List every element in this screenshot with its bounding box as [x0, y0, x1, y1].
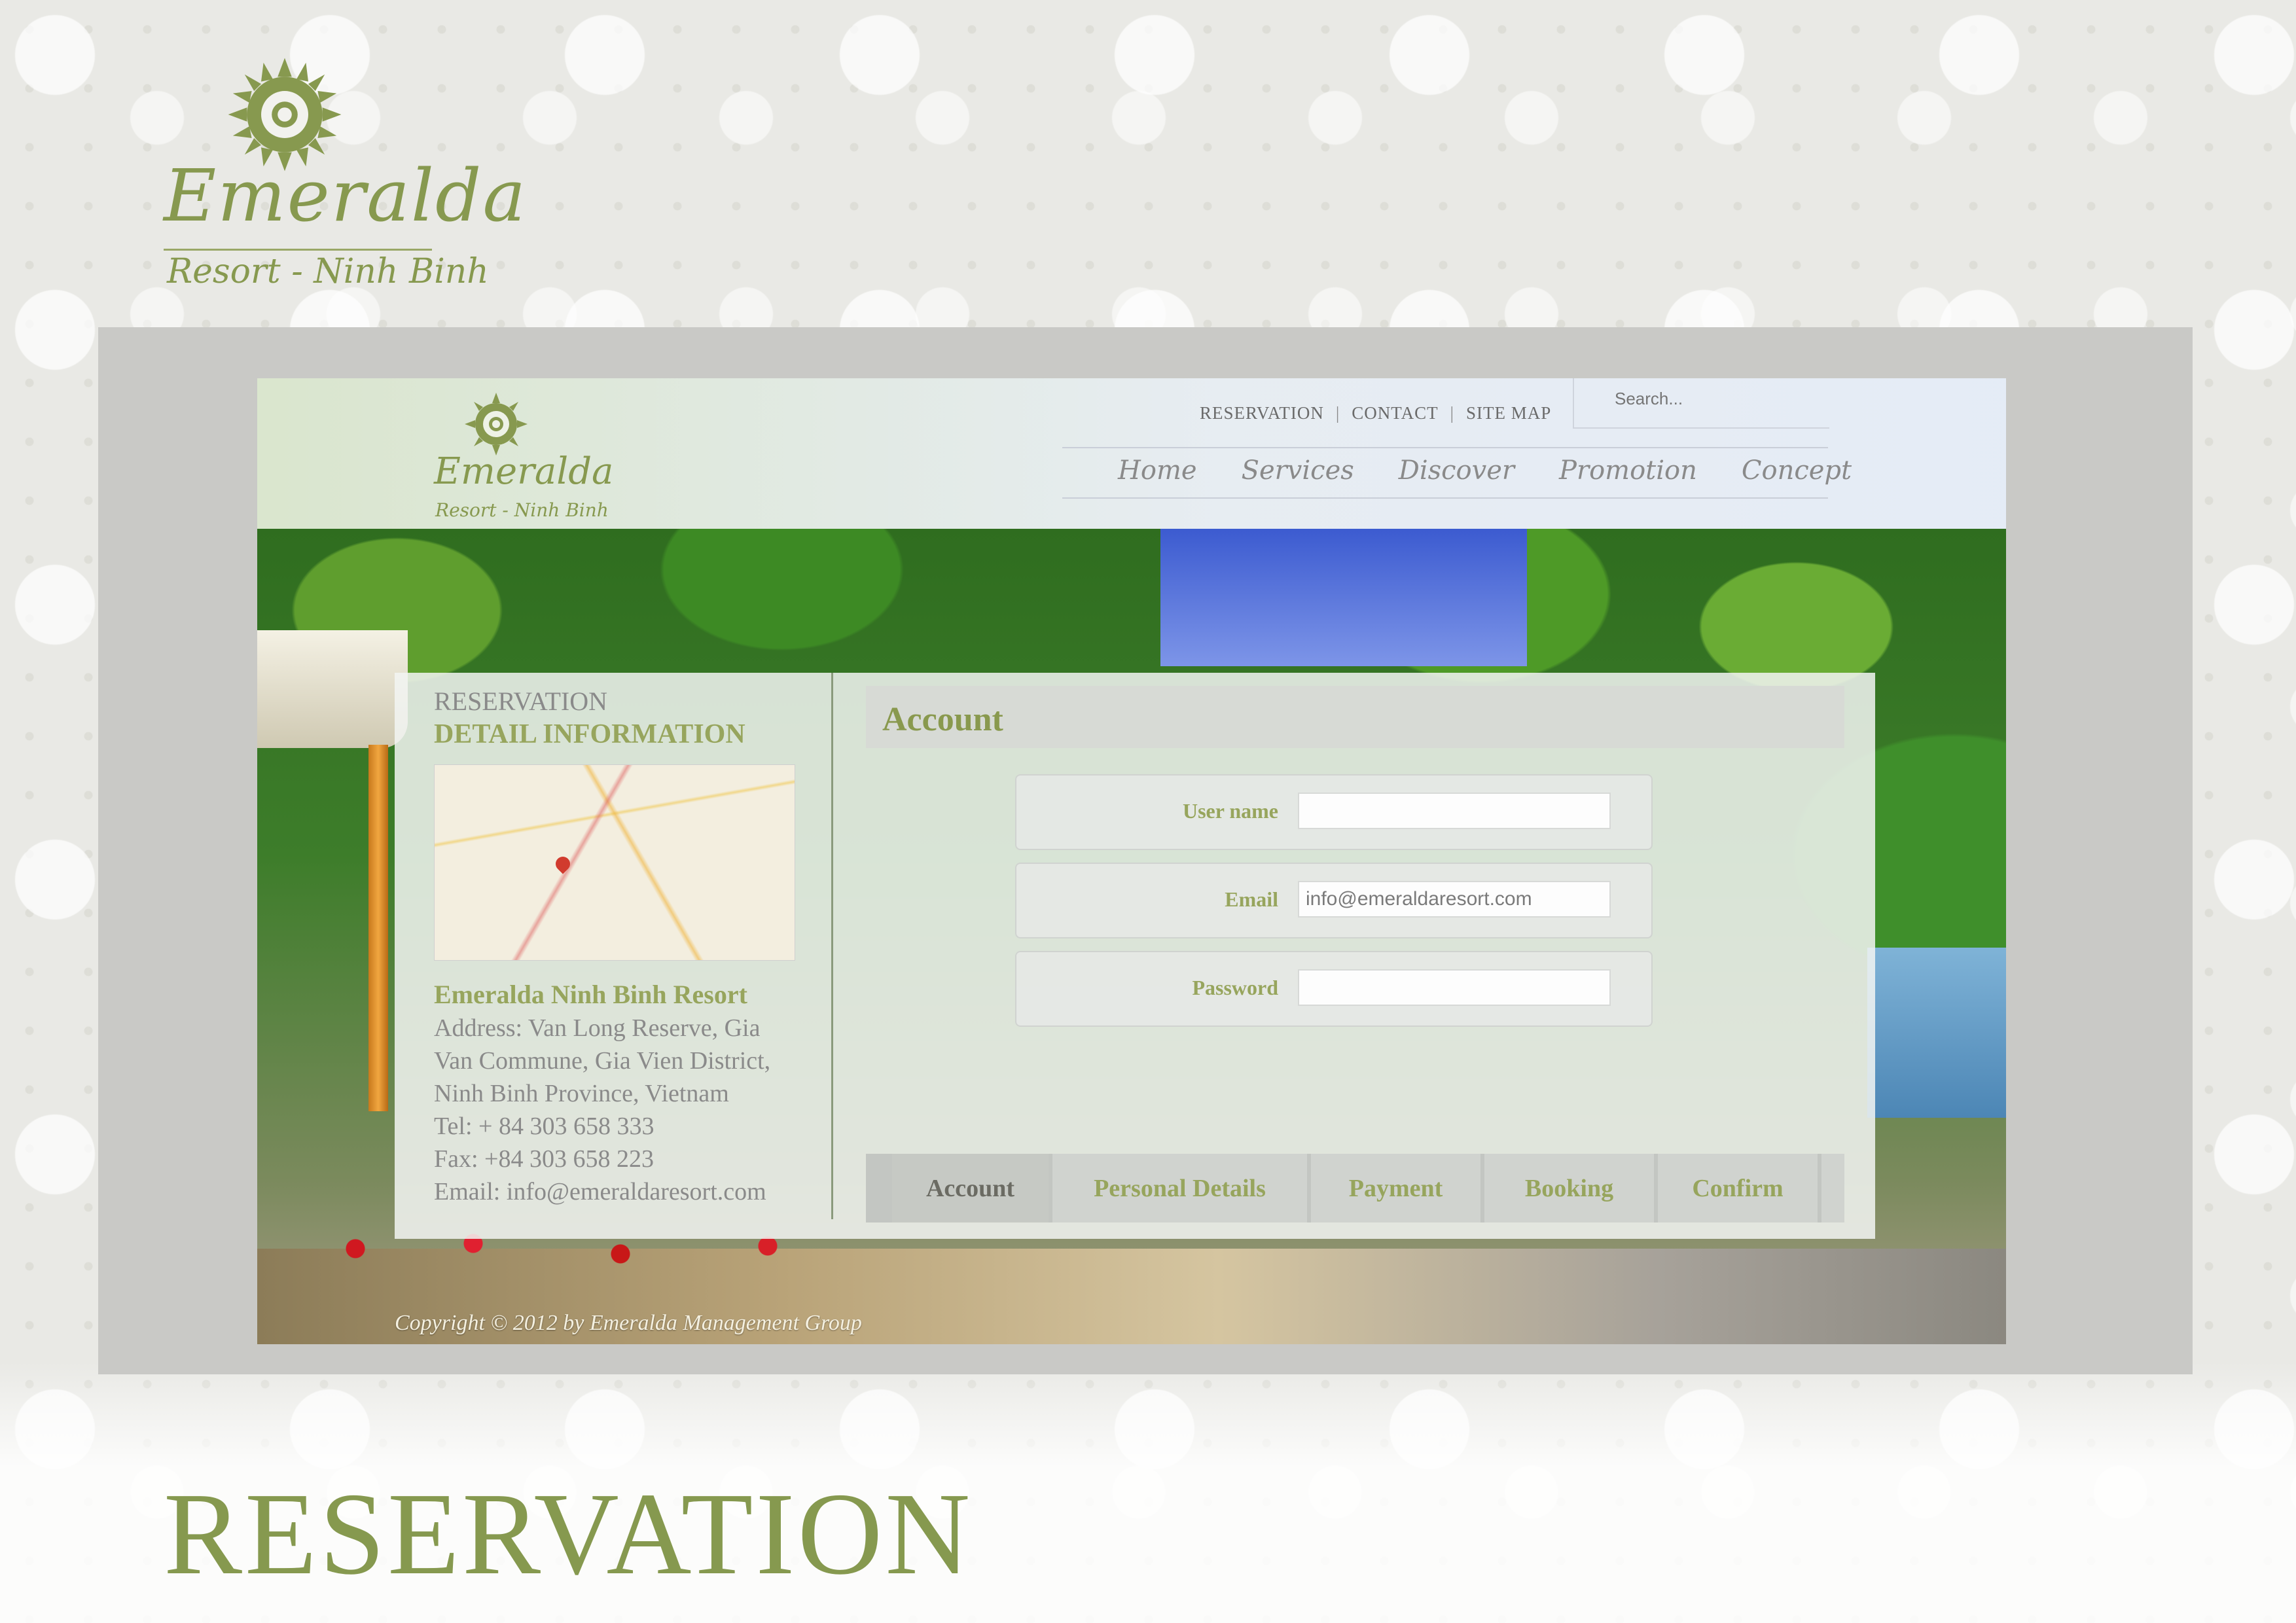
address-line: Address: Van Long Reserve, Gia [434, 1014, 761, 1042]
email-input[interactable] [1298, 881, 1611, 918]
page-logo-subtitle: Resort - Ninh Binh [167, 252, 489, 291]
step-tab-payment[interactable]: Payment [1311, 1154, 1484, 1222]
top-link-site-map[interactable]: SITE MAP [1466, 403, 1551, 423]
account-form-area: Account User name Email Password Account… [853, 673, 1875, 1239]
location-map[interactable] [434, 764, 795, 961]
site-logo-brand: Emeralda [434, 450, 614, 493]
nav-item-concept[interactable]: Concept [1742, 455, 1852, 495]
page-title: RESERVATION [164, 1469, 973, 1599]
step-tab-account[interactable]: Account [866, 1154, 1052, 1222]
site-logo-subtitle: Resort - Ninh Binh [435, 499, 609, 521]
reservation-panel: RESERVATION DETAIL INFORMATION Emeralda … [395, 673, 1875, 1239]
address-line: Ninh Binh Province, Vietnam [434, 1080, 729, 1107]
resort-address: Address: Van Long Reserve, Gia Van Commu… [434, 1012, 814, 1208]
site-header: Emeralda Resort - Ninh Binh RESERVATION |… [257, 378, 2006, 529]
main-nav: Home Services Discover Promotion Concept [1118, 455, 1852, 495]
hero-umbrella-pole [368, 745, 388, 1111]
email-label: Email [1225, 887, 1278, 911]
nav-item-services[interactable]: Services [1242, 455, 1354, 495]
step-tab-booking[interactable]: Booking [1484, 1154, 1658, 1222]
tel-line: Tel: + 84 303 658 333 [434, 1113, 655, 1140]
address-line: Van Commune, Gia Vien District, [434, 1047, 771, 1075]
top-links: RESERVATION | CONTACT | SITE MAP [1200, 403, 1551, 423]
top-link-reservation[interactable]: RESERVATION [1200, 403, 1324, 423]
password-label: Password [1192, 976, 1278, 999]
top-link-separator: | [1450, 403, 1455, 423]
emeralda-sun-logo-icon [465, 393, 528, 455]
search-box [1573, 378, 1829, 429]
email-line: Email: info@emeraldaresort.com [434, 1178, 766, 1205]
sidebar-title: RESERVATION [434, 687, 607, 716]
account-header-bar: Account [866, 686, 1844, 748]
username-row: User name [1015, 774, 1653, 850]
column-divider [831, 673, 833, 1219]
nav-item-promotion[interactable]: Promotion [1559, 455, 1697, 495]
password-input[interactable] [1298, 969, 1611, 1006]
nav-divider-top [1062, 447, 1828, 448]
username-input[interactable] [1298, 793, 1611, 829]
reservation-steps: Account Personal Details Payment Booking… [866, 1154, 1844, 1222]
fax-line: Fax: +84 303 658 223 [434, 1145, 654, 1173]
page-logo-underline [164, 249, 432, 251]
nav-item-home[interactable]: Home [1118, 455, 1197, 495]
password-row: Password [1015, 951, 1653, 1027]
page-logo-brand: Emeralda [164, 154, 528, 238]
hero-pool [1867, 948, 2006, 1118]
username-label: User name [1182, 799, 1278, 823]
step-tab-personal-details[interactable]: Personal Details [1052, 1154, 1311, 1222]
hero-sky [1160, 529, 1527, 666]
resort-name: Emeralda Ninh Binh Resort [434, 980, 747, 1009]
map-pin-icon [552, 853, 573, 874]
nav-divider-bottom [1062, 497, 1828, 499]
nav-item-discover[interactable]: Discover [1399, 455, 1515, 495]
hero-umbrella [257, 630, 408, 748]
form-title: Account [882, 701, 1003, 738]
page-logo: Emeralda Resort - Ninh Binh [164, 56, 526, 291]
sidebar-subtitle: DETAIL INFORMATION [434, 719, 745, 749]
website-mockup: Emeralda Resort - Ninh Binh RESERVATION |… [257, 378, 2006, 1344]
email-row: Email [1015, 863, 1653, 938]
screenshot-frame: Emeralda Resort - Ninh Binh RESERVATION |… [98, 327, 2193, 1374]
site-logo[interactable]: Emeralda Resort - Ninh Binh [434, 391, 613, 522]
detail-sidebar: RESERVATION DETAIL INFORMATION Emeralda … [395, 673, 830, 1239]
step-tab-confirm[interactable]: Confirm [1658, 1154, 1821, 1222]
top-link-separator: | [1335, 403, 1340, 423]
top-link-contact[interactable]: CONTACT [1352, 403, 1438, 423]
copyright-text: Copyright © 2012 by Emeralda Management … [395, 1311, 862, 1335]
search-input[interactable] [1613, 385, 1812, 412]
